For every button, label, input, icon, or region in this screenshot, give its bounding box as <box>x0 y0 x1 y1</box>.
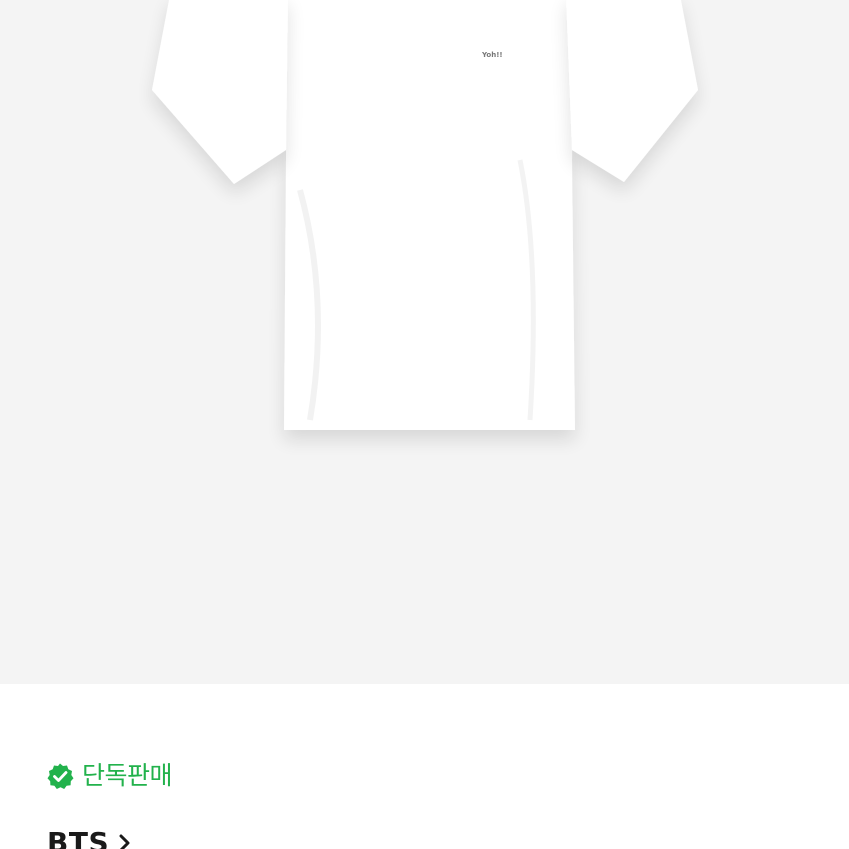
tshirt-right-sleeve <box>566 0 698 182</box>
chevron-right-icon <box>119 834 130 849</box>
product-detail-page: Yoh!! 단독판매 BTS <box>0 0 849 849</box>
product-image[interactable]: Yoh!! <box>0 0 849 684</box>
verified-check-icon <box>47 763 74 789</box>
tshirt-logo-print: Yoh!! <box>480 49 506 59</box>
product-info-section: 단독판매 BTS <box>0 684 849 849</box>
svg-text:Yoh!!: Yoh!! <box>481 51 503 59</box>
artist-name[interactable]: BTS <box>47 826 109 849</box>
artist-link[interactable]: BTS <box>47 826 133 849</box>
tshirt-left-sleeve <box>152 0 288 184</box>
badge-label: 단독판매 <box>82 761 173 790</box>
tshirt-image: Yoh!! <box>152 0 698 430</box>
exclusive-sale-badge: 단독판매 <box>46 760 173 792</box>
